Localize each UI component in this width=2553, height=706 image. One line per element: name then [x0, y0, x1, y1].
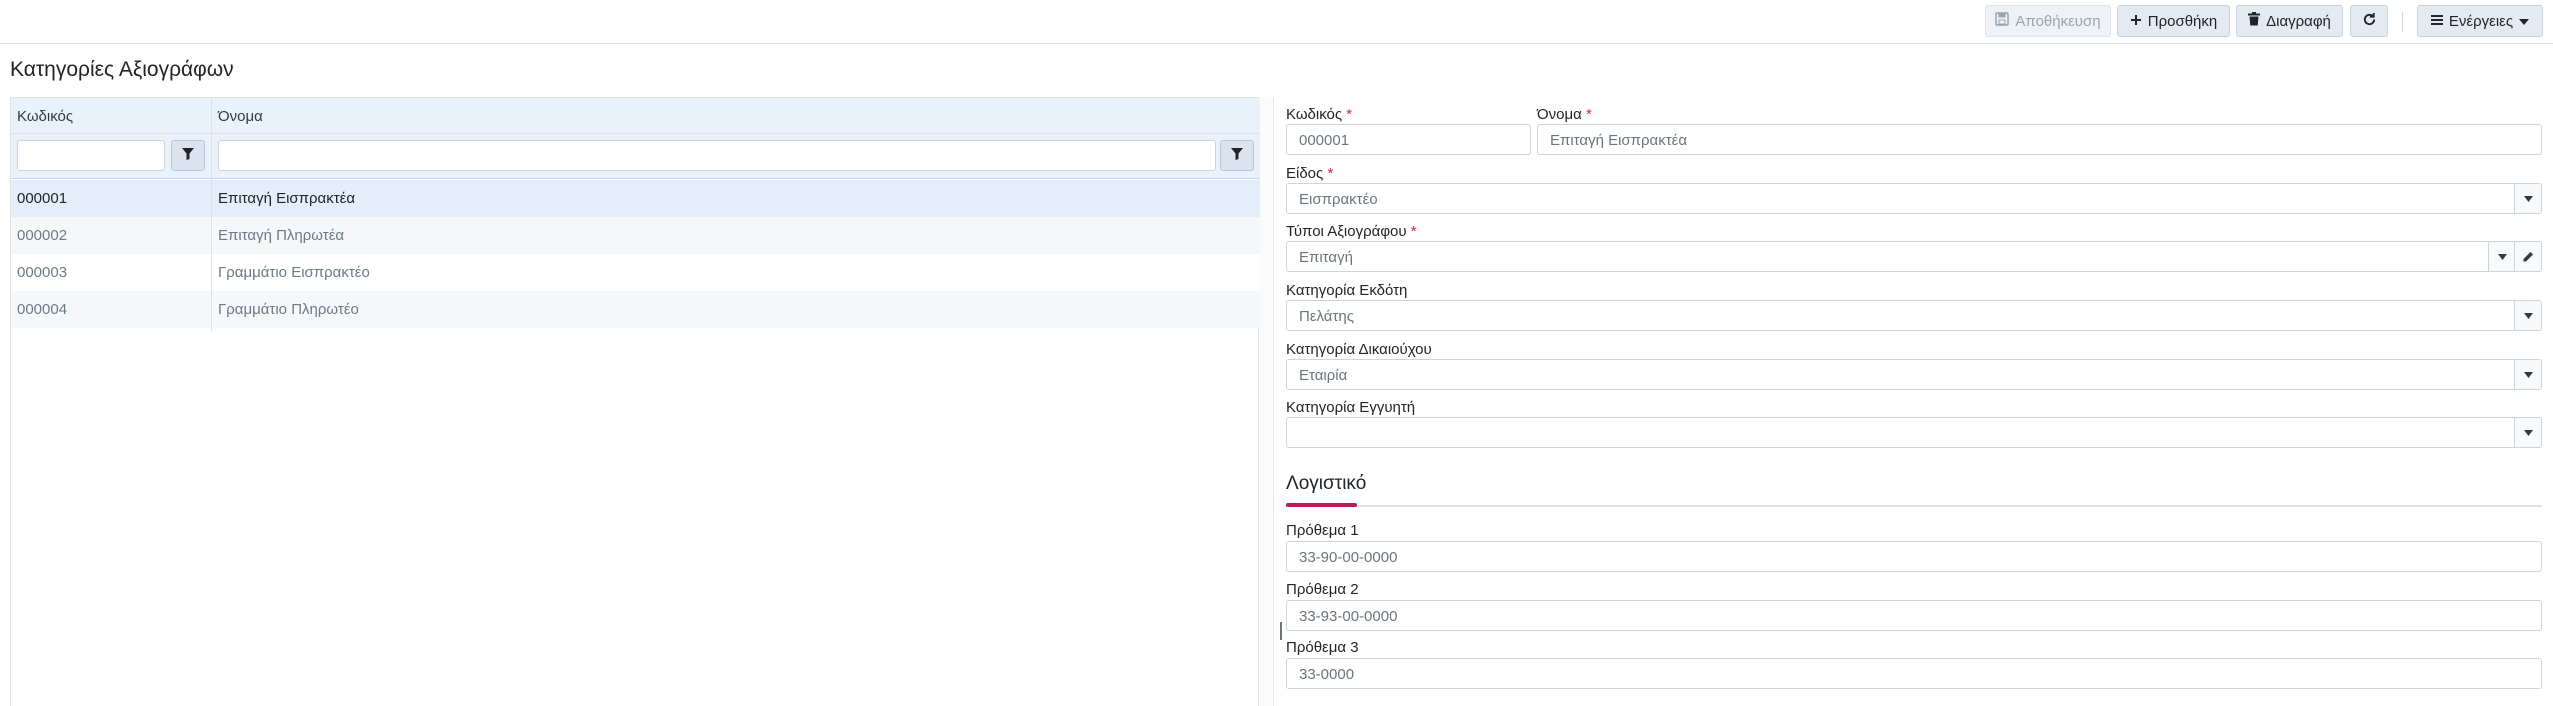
table-row[interactable]: 000004 Γραμμάτιο Πληρωτέο [11, 291, 1260, 328]
table-row[interactable]: 000003 Γραμμάτιο Εισπρακτέο [11, 254, 1260, 291]
required-mark: * [1410, 223, 1417, 240]
grid-filter-row [11, 134, 1260, 179]
beneficiary-category-label: Κατηγορία Δικαιούχου [1286, 341, 1432, 358]
filter-icon [182, 147, 194, 165]
issuer-category-label: Κατηγορία Εκδότη [1286, 282, 1408, 299]
beneficiary-category-select[interactable]: Εταιρία [1286, 359, 2542, 390]
caret-down-icon [2519, 13, 2530, 30]
kind-select[interactable]: Εισπρακτέο [1286, 183, 2542, 214]
code-label-text: Κωδικός [1286, 106, 1343, 123]
prefix3-label: Πρόθεμα 3 [1286, 639, 1359, 656]
code-filter-button[interactable] [171, 140, 205, 171]
beneficiary-category-value: Εταιρία [1299, 367, 1348, 384]
toolbar: Αποθήκευση Προσθήκη Διαγραφή Ενέργειες [0, 0, 2553, 44]
prefix1-label: Πρόθεμα 1 [1286, 522, 1359, 539]
kind-select-value: Εισπρακτέο [1299, 191, 1378, 208]
splitter-handle[interactable] [1280, 622, 1282, 640]
table-row[interactable]: 000001 Επιταγή Εισπρακτέα [11, 180, 1260, 217]
kind-label: Είδος * [1286, 165, 1333, 182]
refresh-icon [2362, 12, 2377, 31]
column-header-code[interactable]: Κωδικός [17, 108, 73, 125]
types-label: Τύποι Αξιογράφου * [1286, 223, 1417, 240]
row-code: 000003 [17, 264, 68, 281]
add-button-label: Προσθήκη [2147, 12, 2218, 30]
prefix3-field[interactable]: 33-0000 [1286, 658, 2542, 689]
guarantor-category-select[interactable] [1286, 417, 2542, 448]
name-label: Όνομα * [1537, 106, 1592, 123]
column-header-name[interactable]: Όνομα [218, 108, 263, 125]
refresh-button[interactable] [2350, 5, 2388, 37]
plus-icon [2130, 13, 2142, 30]
row-code: 000004 [17, 301, 68, 318]
row-name: Επιταγή Πληρωτέα [218, 227, 345, 244]
name-field[interactable]: Επιταγή Εισπρακτέα [1537, 124, 2542, 155]
row-name: Γραμμάτιο Εισπρακτέο [218, 264, 370, 281]
actions-menu-button[interactable]: Ενέργειες [2417, 5, 2543, 37]
types-label-text: Τύποι Αξιογράφου [1286, 223, 1407, 240]
name-filter-input[interactable] [218, 140, 1216, 171]
kind-label-text: Είδος [1286, 165, 1324, 182]
row-name: Επιταγή Εισπρακτέα [218, 190, 356, 207]
issuer-category-value: Πελάτης [1299, 308, 1354, 325]
code-filter-input[interactable] [17, 140, 165, 171]
code-field[interactable]: 000001 [1286, 124, 1531, 155]
column-divider [211, 98, 212, 331]
code-label: Κωδικός * [1286, 106, 1352, 123]
issuer-category-select[interactable]: Πελάτης [1286, 300, 2542, 331]
actions-menu-label: Ενέργειες [2448, 12, 2514, 30]
grid-scrollbar[interactable] [1260, 97, 1272, 706]
prefix2-label: Πρόθεμα 2 [1286, 581, 1359, 598]
edit-pencil-icon[interactable] [2514, 242, 2541, 271]
chevron-down-icon[interactable] [2514, 360, 2541, 389]
save-button-label: Αποθήκευση [2015, 12, 2101, 30]
chevron-down-icon[interactable] [2514, 301, 2541, 330]
categories-grid: Κωδικός Όνομα 000001 Επιταγή Εισπρακτέα … [10, 97, 1260, 706]
guarantor-category-label: Κατηγορία Εγγυητή [1286, 399, 1416, 416]
name-filter-button[interactable] [1220, 140, 1254, 171]
chevron-down-icon[interactable] [2514, 184, 2541, 213]
accounting-section-title: Λογιστικό [1286, 473, 1367, 494]
required-mark: * [1327, 165, 1334, 182]
types-select[interactable]: Επιταγή [1286, 241, 2542, 272]
save-icon [1995, 12, 2010, 30]
toolbar-divider [2402, 12, 2403, 32]
row-code: 000002 [17, 227, 68, 244]
row-name: Γραμμάτιο Πληρωτέο [218, 301, 359, 318]
required-mark: * [1346, 106, 1353, 123]
prefix2-field[interactable]: 33-93-00-0000 [1286, 600, 2542, 631]
delete-button[interactable]: Διαγραφή [2236, 5, 2343, 37]
menu-icon [2430, 13, 2443, 30]
section-accent-bar [1286, 503, 1357, 507]
types-select-value: Επιταγή [1299, 249, 1353, 266]
name-label-text: Όνομα [1537, 106, 1582, 123]
prefix1-field[interactable]: 33-90-00-0000 [1286, 541, 2542, 572]
add-button[interactable]: Προσθήκη [2117, 5, 2230, 37]
grid-header: Κωδικός Όνομα [11, 98, 1260, 134]
trash-icon [2248, 12, 2261, 30]
page-title: Κατηγορίες Αξιογράφων [10, 58, 234, 81]
delete-button-label: Διαγραφή [2266, 12, 2331, 30]
save-button[interactable]: Αποθήκευση [1985, 5, 2111, 37]
required-mark: * [1585, 106, 1592, 123]
row-code: 000001 [17, 190, 68, 207]
chevron-down-icon[interactable] [2514, 418, 2541, 447]
chevron-down-icon[interactable] [2488, 242, 2515, 271]
panel-divider [1273, 97, 1274, 706]
section-divider [1286, 505, 2542, 507]
filter-icon [1231, 147, 1243, 165]
table-row[interactable]: 000002 Επιταγή Πληρωτέα [11, 217, 1260, 254]
